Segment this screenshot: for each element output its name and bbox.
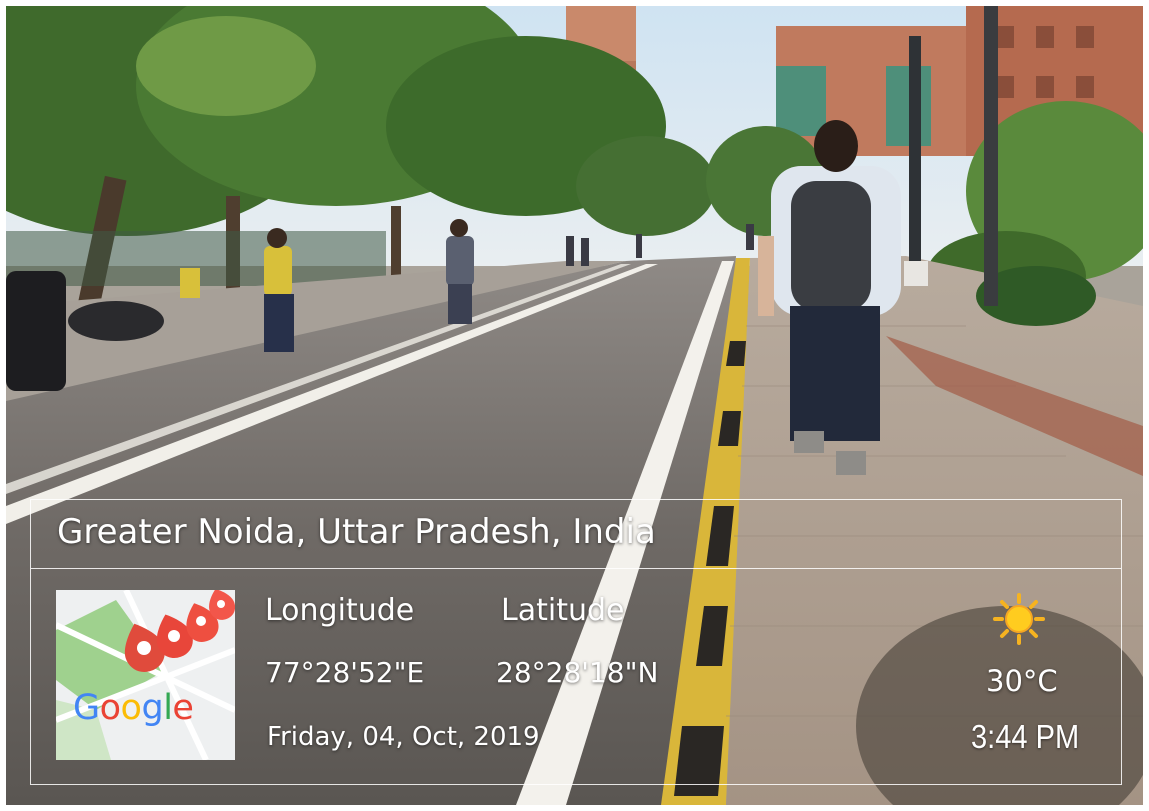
sun-icon (993, 593, 1045, 645)
google-letter: o (99, 688, 121, 728)
map-pins-icon (56, 590, 235, 760)
latitude-label: Latitude (501, 593, 625, 628)
map-thumbnail: Google (56, 590, 235, 760)
capture-date: Friday, 04, Oct, 2019 (267, 722, 540, 752)
overlay-divider (31, 568, 1121, 569)
google-letter: e (172, 688, 194, 728)
temperature: 30°C (986, 664, 1058, 698)
latitude-value: 28°28'18"N (496, 656, 659, 689)
longitude-value: 77°28'52"E (265, 656, 425, 689)
google-letter: o (120, 688, 142, 728)
capture-time: 3:44 PM (971, 718, 1080, 755)
google-letter: g (141, 688, 164, 728)
location-address: Greater Noida, Uttar Pradesh, India (57, 512, 656, 552)
google-letter: G (73, 688, 100, 728)
geotag-overlay: Greater Noida, Uttar Pradesh, India Goog… (30, 499, 1122, 785)
google-logo: Google (73, 688, 194, 728)
longitude-label: Longitude (265, 593, 415, 628)
